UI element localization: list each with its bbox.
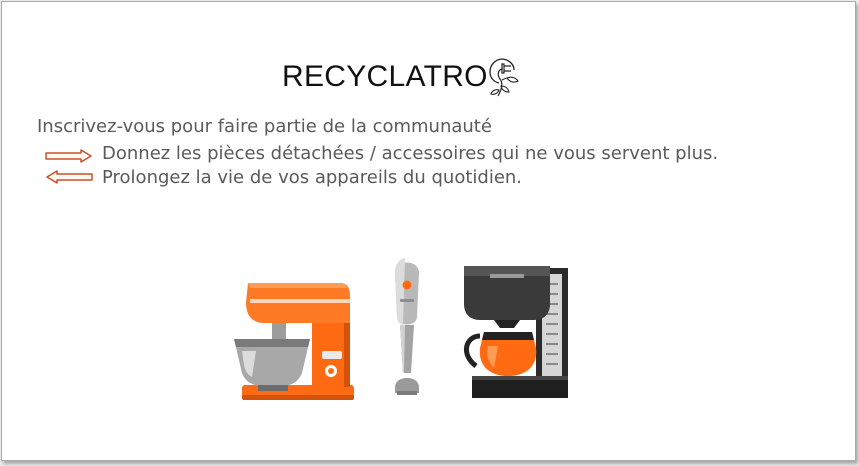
coffee-maker-icon [464, 266, 568, 398]
content-card: RECYCLATRO Inscrivez-vous pour faire par… [1, 1, 856, 461]
hand-blender-icon [395, 258, 419, 395]
brand-title: RECYCLATRO [282, 60, 488, 93]
arrow-right-icon [45, 149, 92, 163]
brand-header: RECYCLATRO [282, 55, 521, 99]
arrow-left-icon [46, 170, 93, 184]
point-extend-text: Prolongez la vie de vos appareils du quo… [102, 167, 523, 188]
leaf-plug-icon [489, 58, 519, 97]
intro-text: Inscrivez-vous pour faire partie de la c… [37, 116, 492, 137]
point-donate-text: Donnez les pièces détachées / accessoire… [102, 143, 719, 164]
stand-mixer-icon [234, 283, 354, 400]
